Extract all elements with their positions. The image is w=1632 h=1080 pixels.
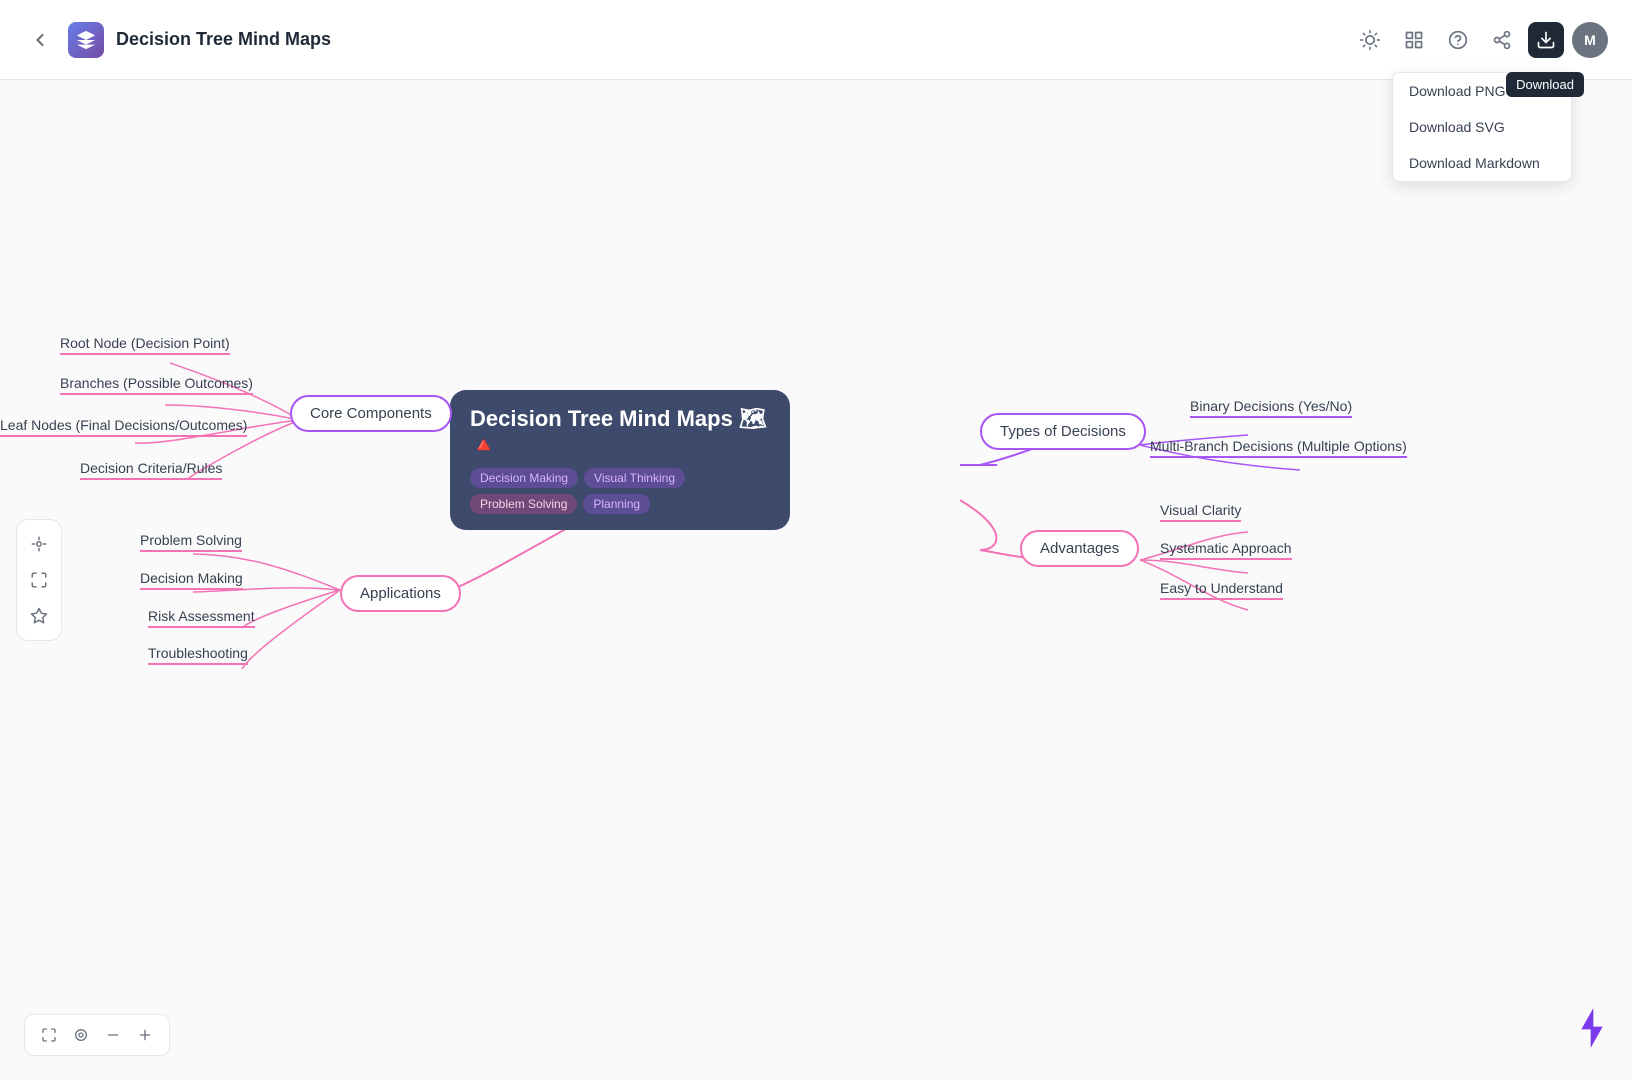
central-node-tags: Decision Making Visual Thinking Problem … — [470, 468, 770, 514]
leaf-root-node: Root Node (Decision Point) — [60, 335, 230, 355]
header-right: M — [1352, 22, 1608, 58]
leaf-multi-branch: Multi-Branch Decisions (Multiple Options… — [1150, 438, 1407, 458]
central-node-title: Decision Tree Mind Maps 🗺 🔺 — [470, 406, 770, 458]
left-toolbar — [16, 519, 62, 641]
core-components-node: Core Components — [290, 395, 452, 432]
types-of-decisions-node: Types of Decisions — [980, 413, 1146, 450]
leaf-easy-understand: Easy to Understand — [1160, 580, 1283, 600]
header-left: Decision Tree Mind Maps — [24, 22, 1352, 58]
tag-problem-solving: Problem Solving — [470, 494, 577, 514]
header: Decision Tree Mind Maps — [0, 0, 1632, 80]
sun-icon-btn[interactable] — [1352, 22, 1388, 58]
canvas[interactable]: Decision Tree Mind Maps 🗺 🔺 Decision Mak… — [0, 80, 1632, 1080]
page-title: Decision Tree Mind Maps — [116, 29, 331, 50]
tag-visual-thinking: Visual Thinking — [584, 468, 685, 488]
central-node: Decision Tree Mind Maps 🗺 🔺 Decision Mak… — [450, 390, 790, 530]
advantages-node: Advantages — [1020, 530, 1139, 567]
tag-decision-making: Decision Making — [470, 468, 578, 488]
leaf-visual-clarity: Visual Clarity — [1160, 502, 1241, 522]
applications-node: Applications — [340, 575, 461, 612]
leaf-troubleshooting: Troubleshooting — [148, 645, 248, 665]
leaf-decision-criteria: Decision Criteria/Rules — [80, 460, 222, 480]
back-button[interactable] — [24, 24, 56, 56]
share-icon-btn[interactable] — [1484, 22, 1520, 58]
leaf-binary: Binary Decisions (Yes/No) — [1190, 398, 1352, 418]
fit-btn[interactable] — [67, 1021, 95, 1049]
download-tooltip: Download — [1506, 72, 1584, 97]
lightning-icon — [1576, 1008, 1608, 1056]
leaf-leaf-nodes: Leaf Nodes (Final Decisions/Outcomes) — [0, 417, 247, 437]
star-icon-btn[interactable] — [23, 600, 55, 632]
download-markdown-item[interactable]: Download Markdown — [1393, 145, 1571, 181]
crosshair-icon-btn[interactable] — [23, 528, 55, 560]
zoom-out-btn[interactable] — [99, 1021, 127, 1049]
download-svg-item[interactable]: Download SVG — [1393, 109, 1571, 145]
zoom-in-btn[interactable] — [131, 1021, 159, 1049]
leaf-risk-assessment: Risk Assessment — [148, 608, 255, 628]
tag-planning: Planning — [583, 494, 650, 514]
download-icon-btn[interactable] — [1528, 22, 1564, 58]
app-logo — [68, 22, 104, 58]
leaf-systematic-approach: Systematic Approach — [1160, 540, 1292, 560]
avatar[interactable]: M — [1572, 22, 1608, 58]
leaf-branches: Branches (Possible Outcomes) — [60, 375, 253, 395]
mindmap-connections — [0, 80, 1632, 1080]
help-icon-btn[interactable] — [1440, 22, 1476, 58]
layout-icon-btn[interactable] — [1396, 22, 1432, 58]
bottom-toolbar — [24, 1014, 170, 1056]
resize-icon-btn[interactable] — [23, 564, 55, 596]
leaf-problem-solving: Problem Solving — [140, 532, 242, 552]
leaf-decision-making: Decision Making — [140, 570, 243, 590]
expand-btn[interactable] — [35, 1021, 63, 1049]
